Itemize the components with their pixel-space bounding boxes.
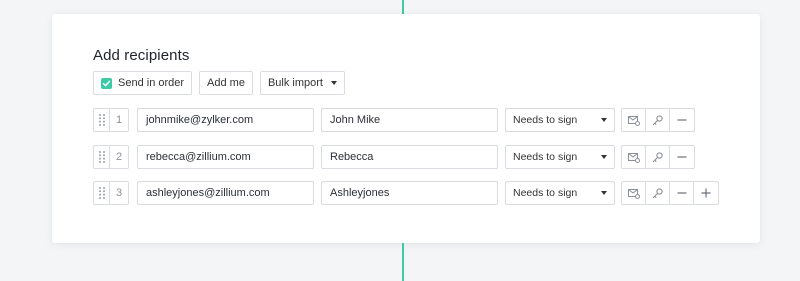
- key-icon[interactable]: [646, 109, 670, 131]
- remove-recipient-button[interactable]: [670, 146, 694, 168]
- recipients-card: Add recipients Send in order Add me Bulk…: [52, 14, 760, 243]
- send-in-order-toggle[interactable]: Send in order: [93, 71, 193, 95]
- recipient-email-field[interactable]: ashleyjones@zillium.com: [137, 181, 314, 205]
- add-recipient-button[interactable]: [694, 182, 718, 204]
- recipient-order-number: 3: [109, 181, 129, 205]
- add-me-button[interactable]: Add me: [199, 71, 253, 95]
- recipient-actions: [621, 181, 719, 205]
- send-in-order-label: Send in order: [118, 77, 185, 89]
- recipient-role-select[interactable]: Needs to sign: [505, 145, 615, 169]
- chevron-down-icon: [601, 155, 607, 159]
- plus-icon: [701, 188, 711, 198]
- recipient-name-field[interactable]: Ashleyjones: [321, 181, 498, 205]
- recipient-role-select[interactable]: Needs to sign: [505, 108, 615, 132]
- drag-handle-icon[interactable]: [93, 145, 109, 169]
- checkmark-icon: [102, 80, 111, 86]
- key-icon[interactable]: [646, 146, 670, 168]
- recipient-name-field[interactable]: Rebecca: [321, 145, 498, 169]
- key-icon[interactable]: [646, 182, 670, 204]
- minus-icon: [677, 192, 686, 194]
- drag-handle-icon[interactable]: [93, 181, 109, 205]
- recipient-email-field[interactable]: rebecca@zillium.com: [137, 145, 314, 169]
- bulk-import-button[interactable]: Bulk import: [259, 71, 345, 95]
- recipient-row: 2 rebecca@zillium.com Rebecca Needs to s…: [93, 145, 695, 169]
- recipient-role-value: Needs to sign: [513, 151, 578, 163]
- send-in-order-checkbox[interactable]: [101, 77, 112, 89]
- recipient-row: 1 johnmike@zylker.com John Mike Needs to…: [93, 108, 695, 132]
- chevron-down-icon: [331, 81, 337, 85]
- chevron-down-icon: [601, 118, 607, 122]
- mail-settings-icon[interactable]: [622, 109, 646, 131]
- recipient-order-number: 2: [109, 145, 129, 169]
- section-title: Add recipients: [93, 47, 190, 64]
- recipient-role-value: Needs to sign: [513, 114, 578, 126]
- bulk-import-label: Bulk import: [267, 77, 323, 89]
- flow-connector-bottom: [402, 243, 404, 281]
- minus-icon: [677, 119, 687, 121]
- recipient-order-number: 1: [109, 108, 129, 132]
- recipient-actions: [621, 145, 695, 169]
- recipient-actions: [621, 108, 695, 132]
- minus-icon: [677, 156, 687, 158]
- chevron-down-icon: [601, 191, 607, 195]
- flow-connector-top: [402, 0, 404, 14]
- remove-recipient-button[interactable]: [670, 182, 694, 204]
- mail-settings-icon[interactable]: [622, 182, 646, 204]
- drag-handle-icon[interactable]: [93, 108, 109, 132]
- recipient-name-field[interactable]: John Mike: [321, 108, 498, 132]
- recipient-row: 3 ashleyjones@zillium.com Ashleyjones Ne…: [93, 181, 719, 205]
- remove-recipient-button[interactable]: [670, 109, 694, 131]
- mail-settings-icon[interactable]: [622, 146, 646, 168]
- recipient-email-field[interactable]: johnmike@zylker.com: [137, 108, 314, 132]
- recipients-toolbar: Send in order Add me Bulk import: [93, 71, 345, 95]
- recipient-role-select[interactable]: Needs to sign: [505, 181, 615, 205]
- recipient-role-value: Needs to sign: [513, 187, 578, 199]
